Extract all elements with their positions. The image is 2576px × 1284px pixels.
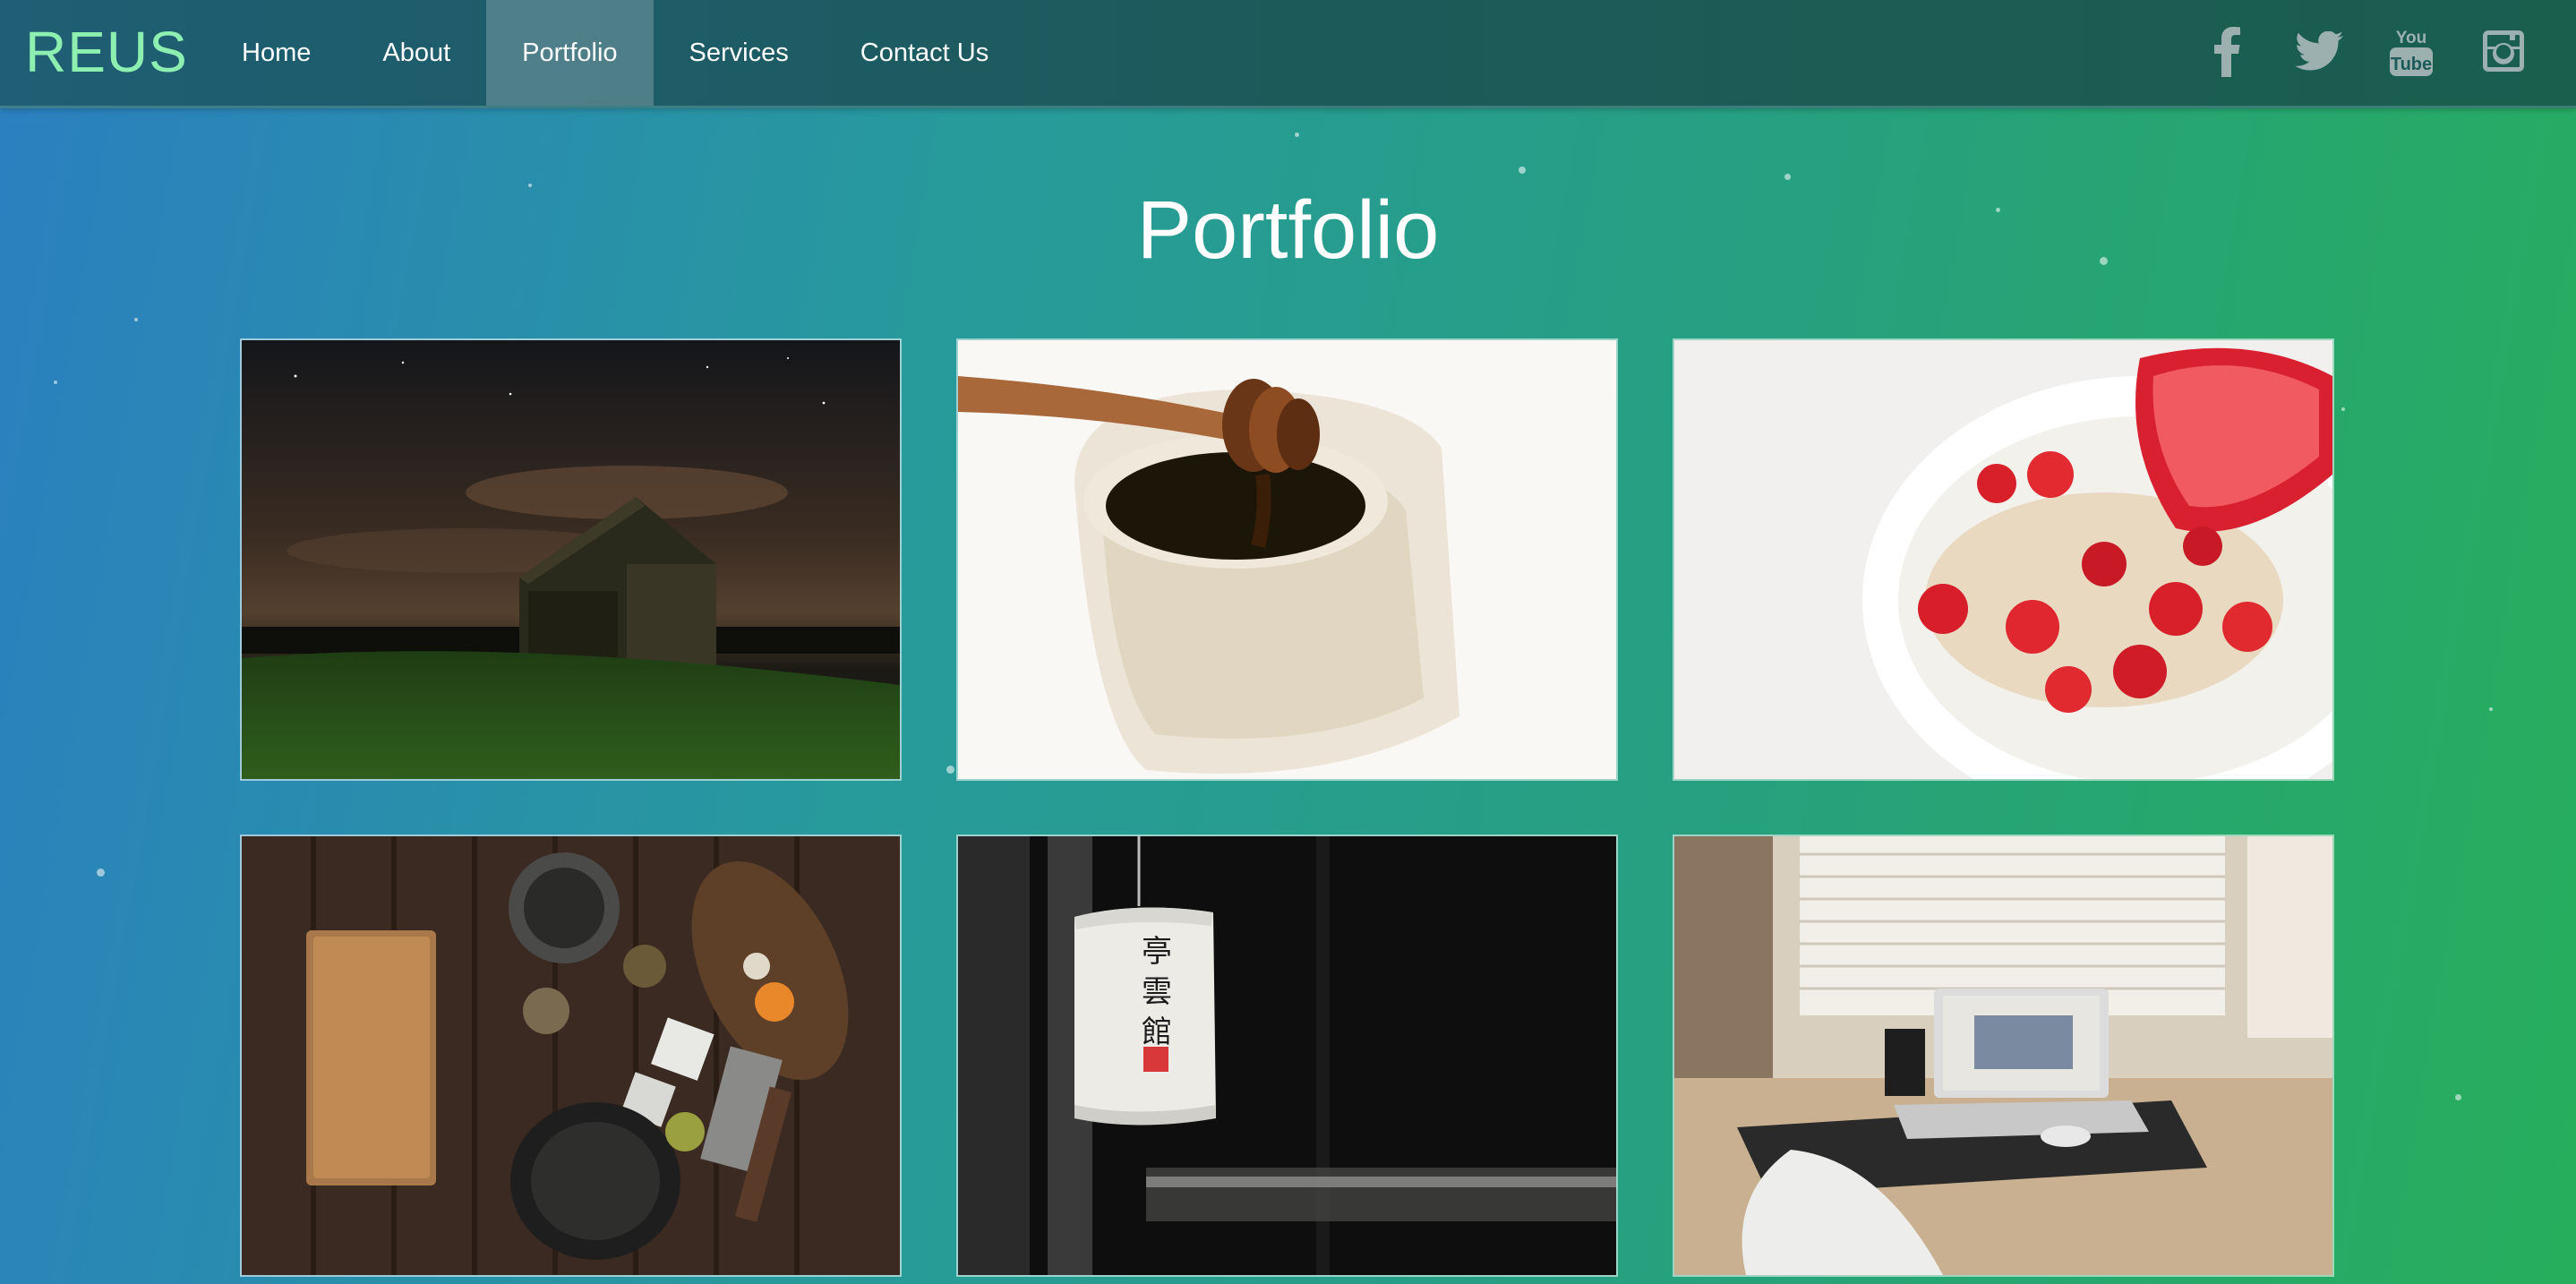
- nav-item-portfolio[interactable]: Portfolio: [486, 0, 654, 106]
- laptop-desk-image: [1674, 836, 2332, 1275]
- svg-text:Tube: Tube: [2390, 55, 2431, 74]
- background-particle: [1784, 174, 1791, 180]
- portfolio-item-barn[interactable]: [240, 338, 902, 781]
- portfolio-item-honey[interactable]: [956, 338, 1618, 781]
- background-particle: [946, 766, 954, 774]
- page-title: Portfolio: [1136, 184, 1440, 276]
- svg-text:館: 館: [1142, 1014, 1172, 1050]
- nav-item-about[interactable]: About: [347, 0, 486, 106]
- strawberry-yogurt-image: [1674, 340, 2332, 779]
- svg-text:雲: 雲: [1142, 974, 1172, 1010]
- portfolio-item-lantern[interactable]: 亭 雲 館: [956, 835, 1618, 1277]
- main-nav: Home About Portfolio Services Contact Us: [206, 0, 1024, 106]
- twitter-icon[interactable]: [2272, 20, 2365, 82]
- paper-lantern-image: 亭 雲 館: [958, 836, 1616, 1275]
- background-particle: [97, 869, 105, 877]
- portfolio-item-kitchen[interactable]: [240, 835, 902, 1277]
- honey-dipper-image: [958, 340, 1616, 779]
- nav-item-contact-us[interactable]: Contact Us: [825, 0, 1024, 106]
- svg-text:亭: 亭: [1142, 934, 1172, 970]
- background-particle: [54, 381, 57, 384]
- background-particle: [2489, 707, 2493, 711]
- background-particle: [134, 318, 138, 321]
- svg-text:You: You: [2395, 29, 2426, 47]
- nav-item-services[interactable]: Services: [654, 0, 825, 106]
- background-particle: [1295, 133, 1299, 137]
- portfolio-item-laptop[interactable]: [1673, 835, 2334, 1277]
- facebook-icon[interactable]: [2180, 20, 2272, 82]
- top-navbar: REUS Home About Portfolio Services Conta…: [0, 0, 2576, 108]
- instagram-icon[interactable]: [2457, 20, 2549, 82]
- barn-at-night-image: [242, 340, 900, 779]
- brand-logo[interactable]: REUS: [25, 16, 188, 88]
- social-links: You Tube: [2180, 20, 2549, 82]
- kitchen-utensils-image: [242, 836, 900, 1275]
- background-particle: [1519, 167, 1526, 174]
- portfolio-item-yogurt[interactable]: [1673, 338, 2334, 781]
- youtube-icon[interactable]: You Tube: [2365, 20, 2457, 82]
- background-particle: [2341, 407, 2345, 411]
- nav-item-home[interactable]: Home: [206, 0, 347, 106]
- background-particle: [2455, 1094, 2461, 1100]
